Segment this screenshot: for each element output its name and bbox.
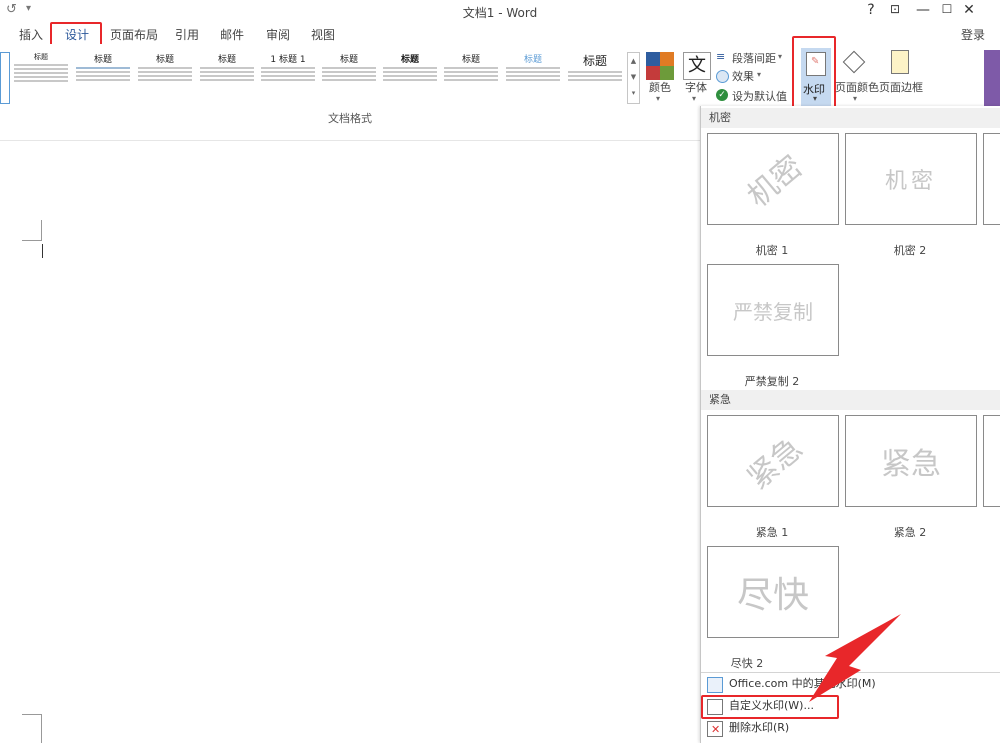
fonts-button[interactable]: 字体 — [685, 79, 707, 95]
ribbon-tabs: 插入 设计 页面布局 引用 邮件 审阅 视图 登录 — [0, 22, 1000, 50]
close-button[interactable]: ✕ — [958, 2, 980, 18]
watermark-confidential-2[interactable]: 机密 — [845, 133, 977, 225]
style-thumb-2[interactable]: 标题 — [74, 52, 132, 104]
fonts-dropdown-icon[interactable]: ▾ — [692, 94, 696, 103]
tab-review[interactable]: 审阅 — [266, 26, 290, 43]
watermark-urgent-3-partial[interactable] — [983, 415, 1000, 507]
page-borders-button[interactable]: 页面边框 — [879, 79, 923, 95]
paragraph-spacing-button[interactable]: 段落间距 — [732, 50, 776, 66]
effects-icon — [716, 70, 729, 83]
section-confidential: 机密 — [701, 108, 1000, 128]
ruler-line — [0, 140, 700, 141]
style-thumb-1[interactable]: 标题 — [12, 52, 70, 104]
tab-page-layout[interactable]: 页面布局 — [110, 26, 158, 43]
tab-references[interactable]: 引用 — [175, 26, 199, 43]
watermark-do-not-copy-2[interactable]: 严禁复制 — [707, 264, 839, 356]
gallery-scroll[interactable]: ▲ ▼ ▾ — [627, 52, 640, 104]
style-thumb-partial[interactable] — [0, 52, 10, 104]
page-borders-icon — [891, 50, 909, 74]
watermark-confidential-3-partial[interactable] — [983, 133, 1000, 225]
style-thumb-8[interactable]: 标题 — [442, 52, 500, 104]
watermark-caption: 紧急 1 — [755, 526, 789, 539]
page-color-button[interactable]: 页面颜色 — [835, 79, 879, 95]
colors-dropdown-icon[interactable]: ▾ — [656, 94, 660, 103]
effects-dropdown-icon[interactable]: ▾ — [757, 70, 761, 79]
watermark-caption: 机密 1 — [755, 244, 789, 257]
margin-mark-bottom-h — [22, 714, 42, 715]
style-thumb-7[interactable]: 标题 — [381, 52, 439, 104]
tab-mailings[interactable]: 邮件 — [220, 26, 244, 43]
style-thumb-5[interactable]: 1 标题 1 — [259, 52, 317, 104]
document-formatting-group-label: 文档格式 — [328, 112, 372, 125]
side-strip — [984, 50, 1000, 108]
style-thumb-3[interactable]: 标题 — [136, 52, 194, 104]
document-page[interactable] — [0, 128, 700, 743]
watermark-highlight — [792, 36, 836, 114]
set-default-icon: ✓ — [716, 89, 728, 101]
fonts-icon[interactable]: 文 — [683, 52, 711, 80]
margin-mark-bottom-v — [41, 714, 42, 743]
annotation-arrow-icon — [809, 614, 901, 702]
tab-insert[interactable]: 插入 — [19, 26, 43, 43]
watermark-urgent-1[interactable]: 紧急 — [707, 415, 839, 507]
title-bar: ↺ ▾ 文档1 - Word ? ⊡ — ☐ ✕ — [0, 0, 1000, 22]
window-title: 文档1 - Word — [462, 6, 538, 20]
paragraph-spacing-dropdown-icon[interactable]: ▾ — [778, 52, 782, 61]
office-watermarks-icon — [707, 677, 723, 693]
tab-view[interactable]: 视图 — [311, 26, 335, 43]
watermark-caption: 机密 2 — [893, 244, 927, 257]
sign-in-link[interactable]: 登录 — [961, 26, 985, 43]
style-thumb-9[interactable]: 标题 — [504, 52, 562, 104]
style-thumb-10[interactable]: 标题 — [566, 52, 624, 104]
paragraph-spacing-icon: ≡ — [716, 50, 726, 63]
watermark-confidential-1[interactable]: 机密 — [707, 133, 839, 225]
maximize-button[interactable]: ☐ — [936, 2, 958, 16]
colors-icon[interactable] — [646, 52, 674, 80]
minimize-button[interactable]: — — [912, 2, 934, 18]
text-cursor — [42, 244, 43, 258]
colors-button[interactable]: 颜色 — [649, 79, 671, 95]
help-button[interactable]: ? — [860, 2, 882, 18]
watermark-caption: 严禁复制 2 — [744, 375, 800, 388]
set-default-button[interactable]: 设为默认值 — [732, 88, 787, 104]
margin-mark-top-v — [41, 220, 42, 240]
menu-remove-watermark[interactable]: ✕ 删除水印(R) — [701, 718, 1000, 738]
effects-button[interactable]: 效果 — [732, 68, 754, 84]
remove-watermark-icon: ✕ — [707, 721, 723, 737]
watermark-caption: 紧急 2 — [893, 526, 927, 539]
style-thumb-4[interactable]: 标题 — [198, 52, 256, 104]
section-urgent: 紧急 — [701, 390, 1000, 410]
ribbon-display-icon[interactable]: ⊡ — [884, 2, 906, 16]
page-color-icon — [842, 50, 866, 74]
style-thumb-6[interactable]: 标题 — [320, 52, 378, 104]
page-color-dropdown-icon[interactable]: ▾ — [853, 94, 857, 103]
watermark-urgent-2[interactable]: 紧急 — [845, 415, 977, 507]
watermark-caption: 尽快 2 — [730, 657, 764, 670]
margin-mark-top-h — [22, 240, 42, 241]
watermark-gallery: 机密 机密 机密 机密 1 机密 2 严禁复制 严禁复制 2 紧急 紧急 紧急 … — [700, 106, 1000, 743]
